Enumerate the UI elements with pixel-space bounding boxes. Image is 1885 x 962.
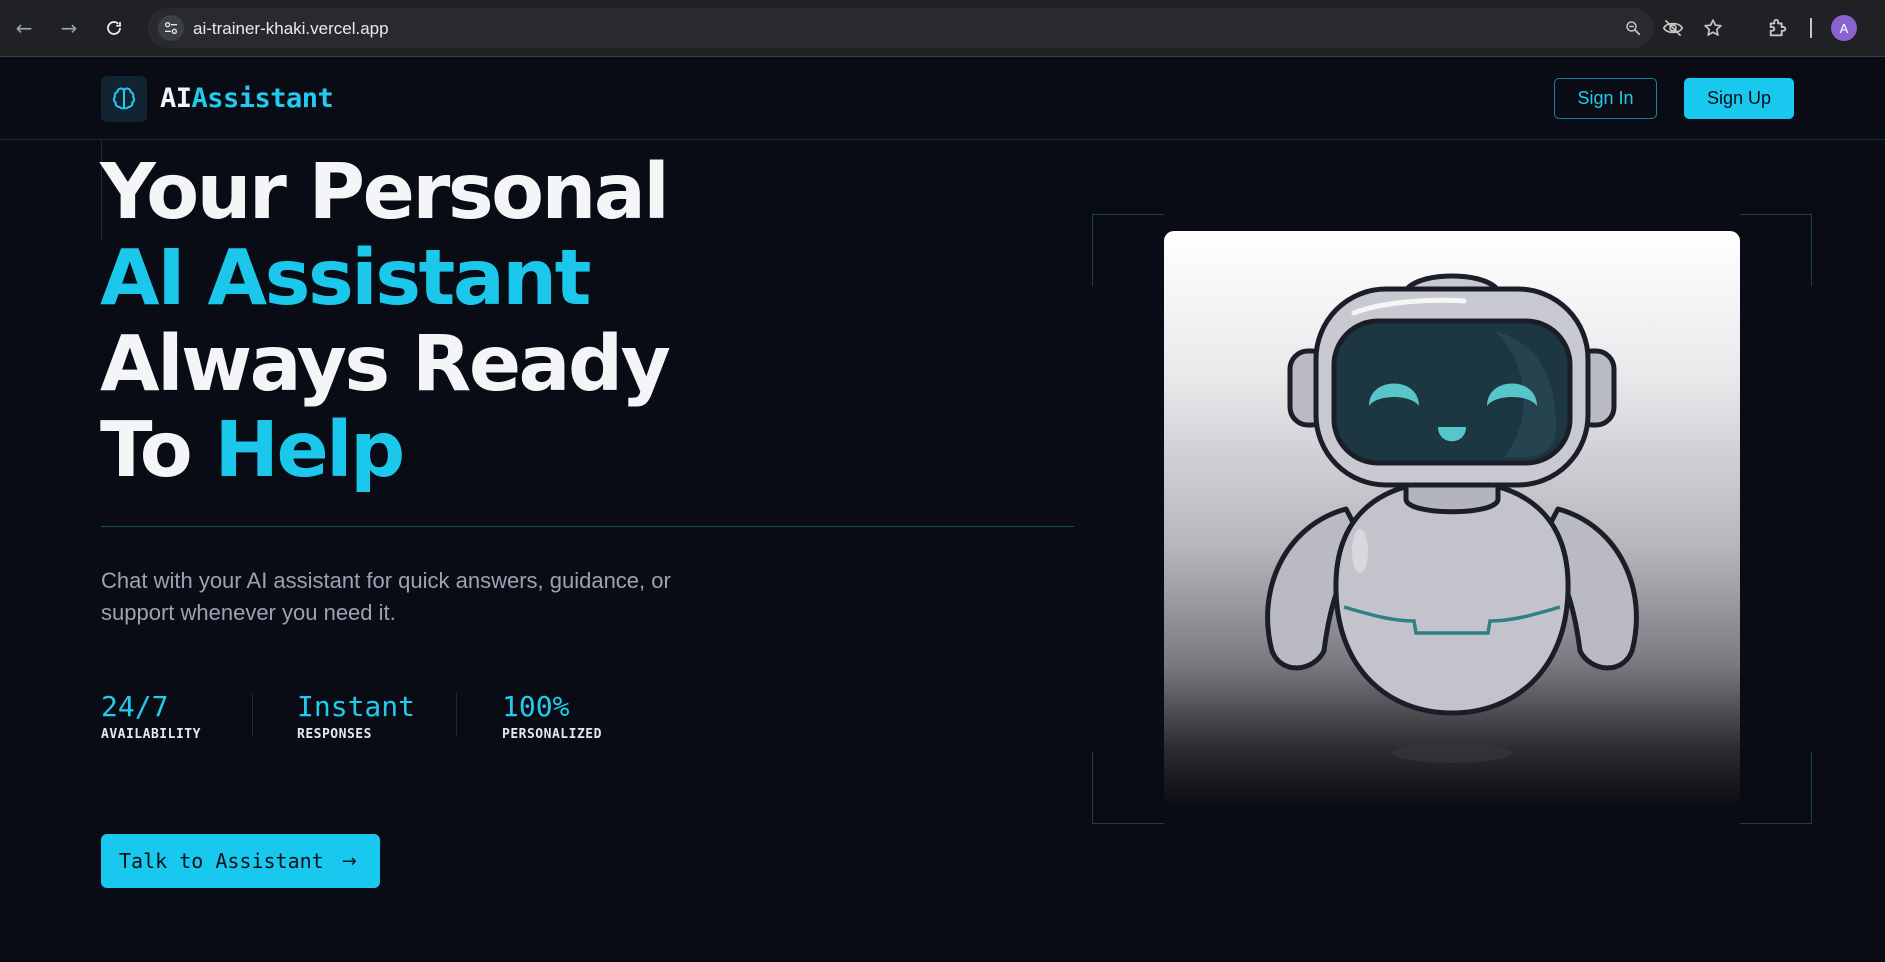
frame-corner [1740,752,1812,824]
browser-toolbar: ← → ai-trainer-khaki.vercel.app A [0,0,1885,57]
hero-headline: Your Personal AI Assistant Always Ready … [100,148,671,494]
frame-corner [1092,214,1164,286]
stat-value: 100% [502,690,570,723]
stat-label: AVAILABILITY [101,727,201,742]
talk-to-assistant-button[interactable]: Talk to Assistant → [101,834,380,888]
hero-divider [101,526,1074,527]
url-text[interactable]: ai-trainer-khaki.vercel.app [193,19,389,39]
frame-corner [1092,752,1164,824]
forward-icon[interactable]: → [53,12,85,44]
headline-line-2: AI Assistant [100,234,591,323]
headline-line-4: To Help [100,408,668,494]
eye-off-icon[interactable] [1661,16,1685,40]
stat-label: PERSONALIZED [502,727,602,742]
logo-ai-text: AI [160,83,192,114]
brain-logo-icon[interactable] [101,76,147,122]
stat-divider [252,693,253,737]
frame-corner [1740,214,1812,286]
stat-value: Instant [297,690,416,723]
reload-icon[interactable] [98,12,130,44]
brand-logo[interactable]: AIAssistant [160,83,334,114]
headline-line-1: Your Personal [100,148,670,237]
profile-avatar[interactable]: A [1831,15,1857,41]
sign-up-button[interactable]: Sign Up [1684,78,1794,119]
stat-personalized: 100% PERSONALIZED [502,690,602,742]
bookmark-star-icon[interactable] [1701,16,1725,40]
stat-responses: Instant RESPONSES [297,690,415,742]
back-icon[interactable]: ← [8,12,40,44]
zoom-icon[interactable] [1621,16,1645,40]
stat-availability: 24/7 AVAILABILITY [101,690,201,742]
cta-label: Talk to Assistant [119,849,324,873]
stat-value: 24/7 [101,690,169,723]
headline-line-4-highlight: Help [214,406,406,495]
extensions-icon[interactable] [1764,14,1792,42]
site-settings-icon[interactable] [158,15,184,41]
stat-label: RESPONSES [297,727,372,742]
robot-icon [1265,273,1639,763]
headline-line-3: Always Ready [100,320,671,409]
sign-in-button[interactable]: Sign In [1554,78,1657,119]
stat-divider [456,693,457,737]
address-bar[interactable]: ai-trainer-khaki.vercel.app [148,8,1722,48]
logo-assistant-text: Assistant [191,83,334,114]
headline-line-4-prefix: To [100,406,193,495]
toolbar-divider [1810,18,1812,38]
site-header: AIAssistant Sign In Sign Up [0,57,1885,140]
arrow-right-icon: → [341,850,357,872]
hero-subtext: Chat with your AI assistant for quick an… [101,568,671,625]
robot-illustration [1164,231,1740,807]
